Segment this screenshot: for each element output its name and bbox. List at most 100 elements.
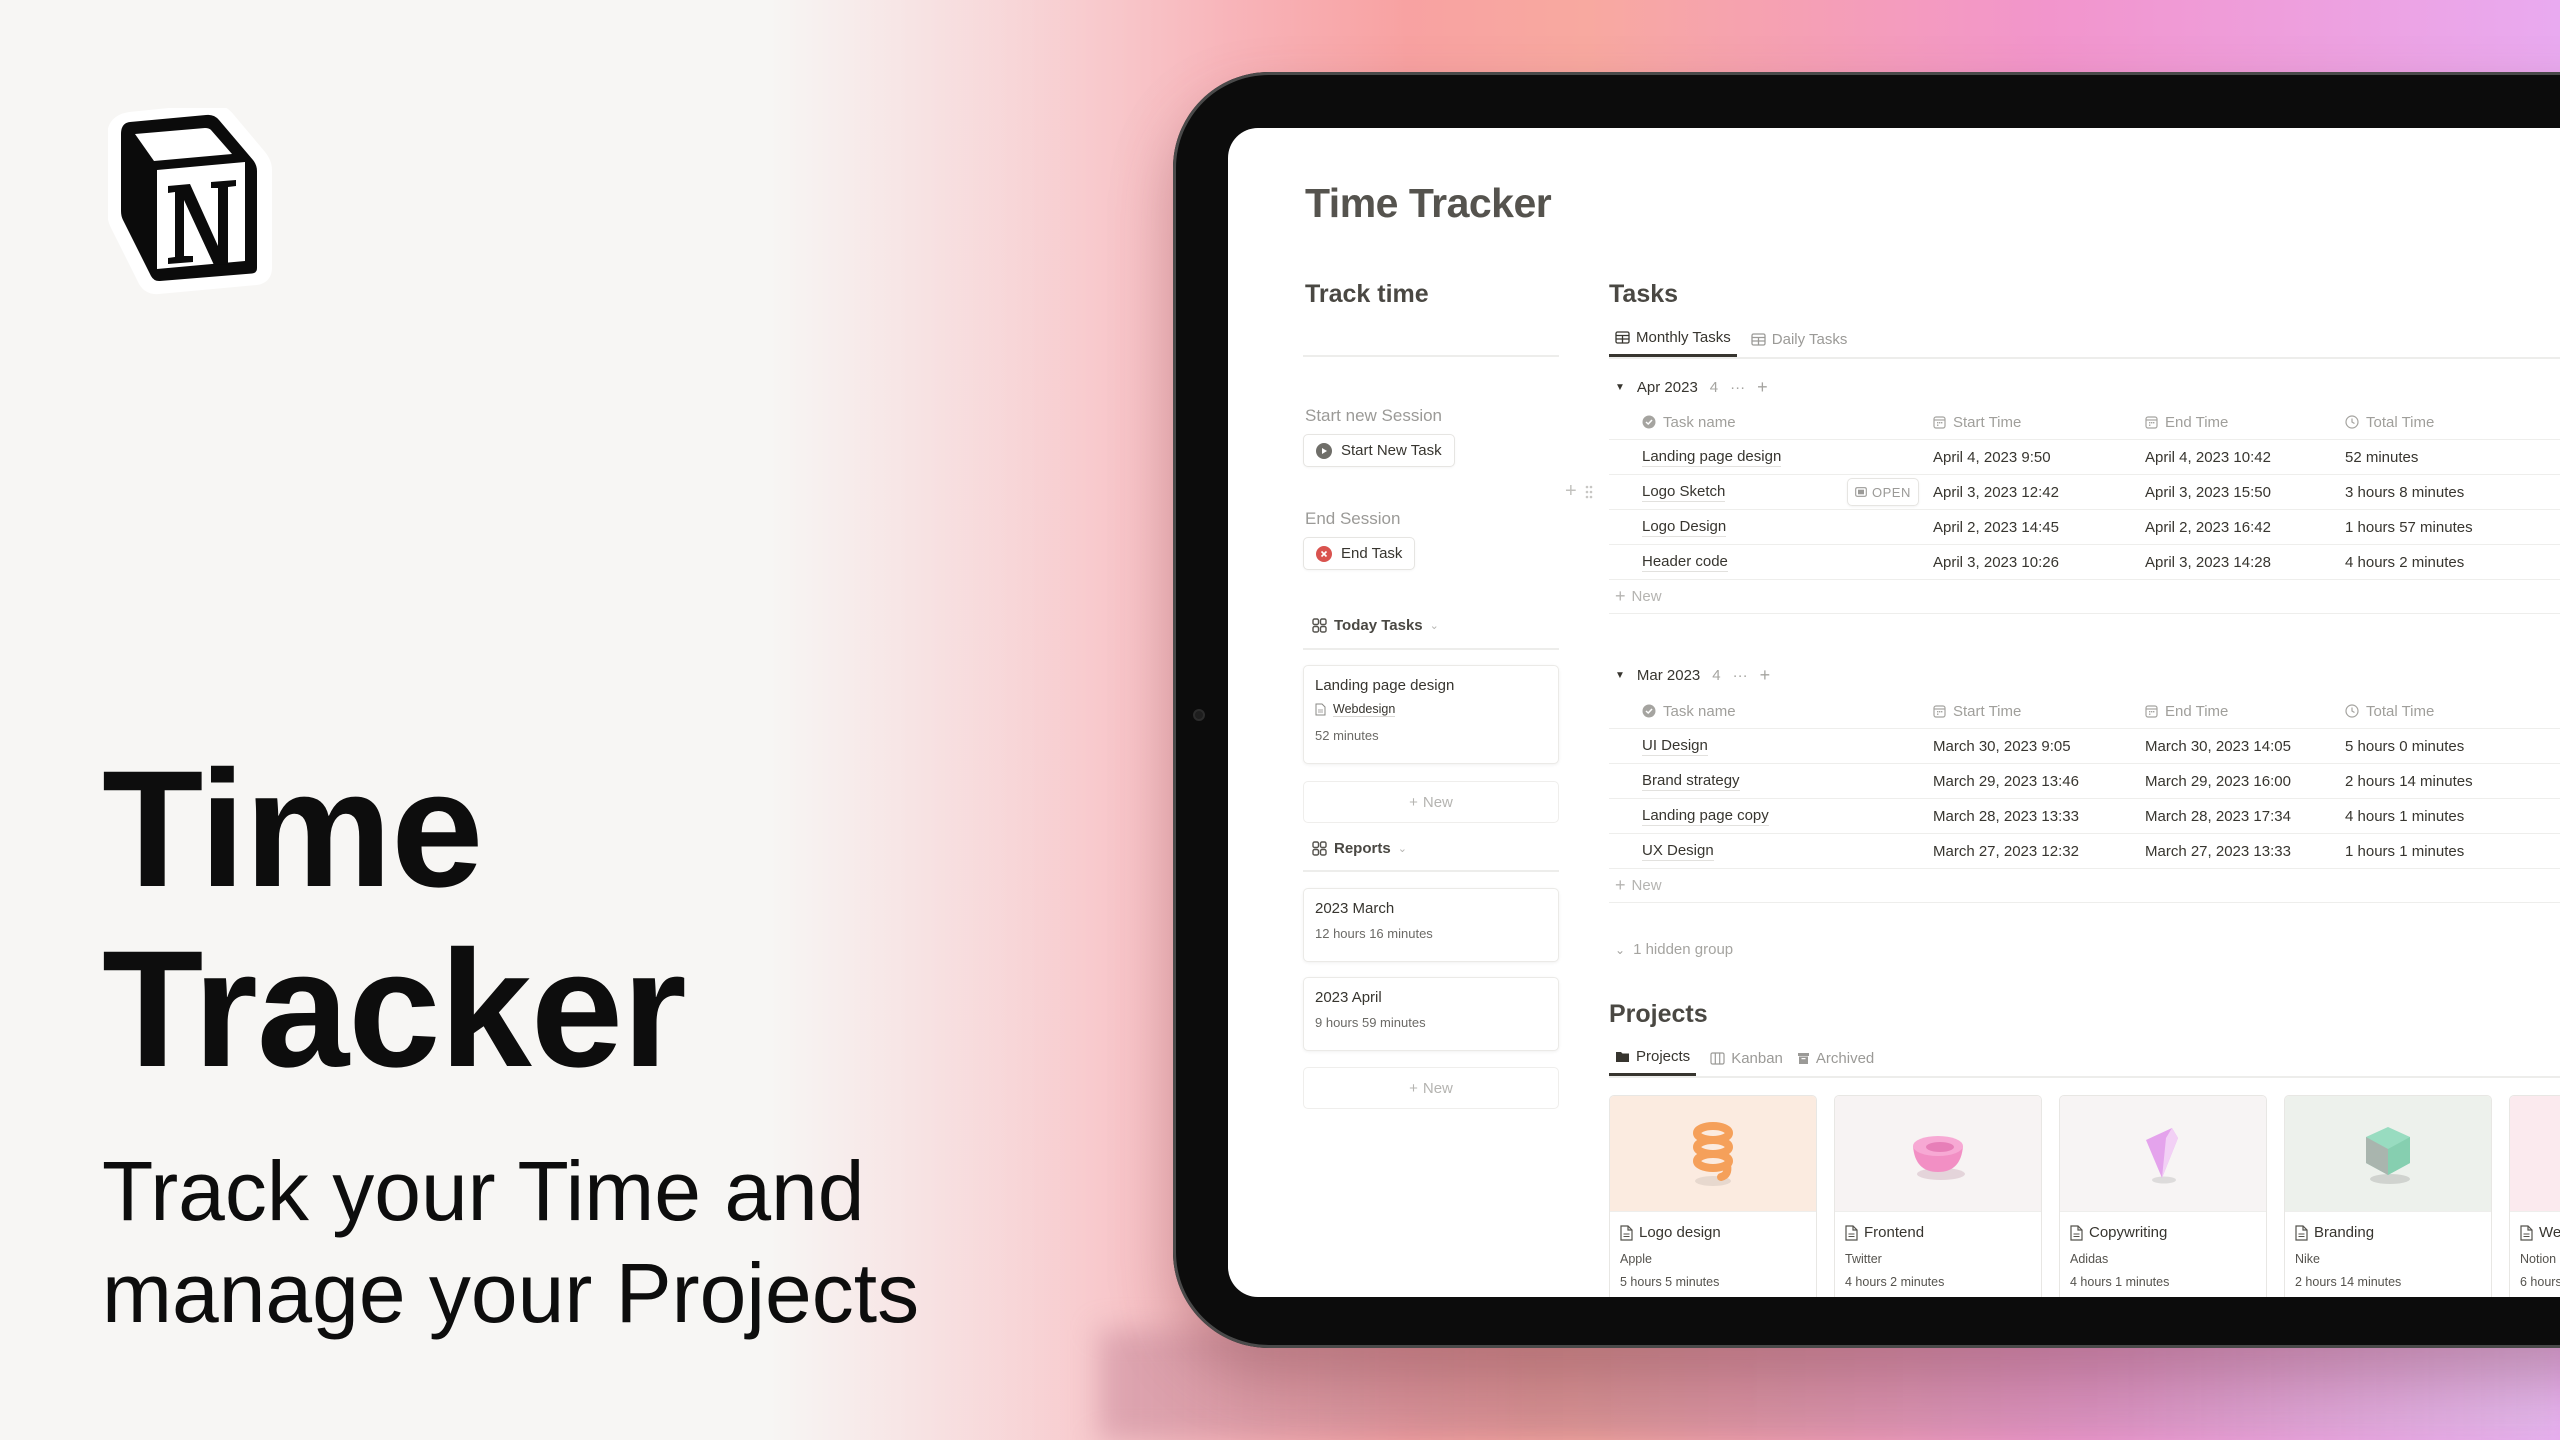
report-card[interactable]: 2023 April 9 hours 59 minutes bbox=[1303, 977, 1559, 1051]
end-time: March 27, 2023 13:33 bbox=[2145, 842, 2291, 860]
table-row[interactable]: Header code April 3, 2023 10:26 April 3,… bbox=[1609, 545, 2560, 580]
divider bbox=[1609, 1076, 2560, 1078]
add-block-icon[interactable]: + bbox=[1565, 480, 1577, 503]
tab-projects[interactable]: Projects bbox=[1609, 1048, 1697, 1076]
page-icon bbox=[1620, 1224, 1633, 1241]
project-title: Logo design bbox=[1620, 1224, 1721, 1241]
add-new-row-button[interactable]: + New bbox=[1609, 580, 2560, 614]
hidden-groups-toggle[interactable]: ⌄ 1 hidden group bbox=[1615, 941, 1733, 958]
card-project[interactable]: Webdesign bbox=[1315, 702, 1396, 717]
tab-archived[interactable]: Archived bbox=[1797, 1050, 1874, 1075]
add-new-row-button[interactable]: + New bbox=[1609, 869, 2560, 903]
table-row[interactable]: Landing page design April 4, 2023 9:50 A… bbox=[1609, 440, 2560, 475]
table-row[interactable]: Landing page copy March 28, 2023 13:33 M… bbox=[1609, 799, 2560, 834]
task-name[interactable]: UX Design bbox=[1642, 842, 1714, 861]
start-new-task-button[interactable]: Start New Task bbox=[1303, 434, 1455, 467]
block-handle[interactable]: + bbox=[1565, 480, 1593, 503]
today-task-card[interactable]: Landing page design Webdesign 52 minutes bbox=[1303, 665, 1559, 764]
table-header: Task name Start Time End Time Total Time bbox=[1609, 694, 2560, 729]
column-total-time[interactable]: Total Time bbox=[2345, 703, 2434, 720]
calendar-icon bbox=[2145, 415, 2158, 429]
reports-new-button[interactable]: + New bbox=[1303, 1067, 1559, 1109]
today-tasks-view[interactable]: Today Tasks ⌄ bbox=[1312, 617, 1439, 634]
new-label: New bbox=[1631, 588, 1662, 605]
project-card[interactable]: Copywriting Adidas 4 hours 1 minutes bbox=[2059, 1095, 2267, 1297]
camera-icon bbox=[1193, 709, 1205, 721]
archive-icon bbox=[1797, 1052, 1809, 1064]
project-duration: 4 hours 1 minutes bbox=[2070, 1275, 2170, 1289]
task-name[interactable]: UI Design bbox=[1642, 737, 1708, 756]
end-time: March 28, 2023 17:34 bbox=[2145, 807, 2291, 825]
column-end-time[interactable]: End Time bbox=[2145, 703, 2228, 720]
more-icon[interactable]: ··· bbox=[1730, 379, 1745, 396]
table-row[interactable]: Logo Design April 2, 2023 14:45 April 2,… bbox=[1609, 510, 2560, 545]
calendar-icon bbox=[1933, 704, 1946, 718]
column-label: Total Time bbox=[2366, 702, 2435, 720]
group-header-mar-2023[interactable]: ▼ Mar 2023 4 ··· + bbox=[1615, 665, 1770, 686]
column-total-time[interactable]: Total Time bbox=[2345, 414, 2434, 431]
project-card[interactable]: Logo design Apple 5 hours 5 minutes bbox=[1609, 1095, 1817, 1297]
end-time: April 4, 2023 10:42 bbox=[2145, 448, 2271, 466]
task-name[interactable]: Landing page copy bbox=[1642, 807, 1769, 826]
start-new-task-label: Start New Task bbox=[1341, 442, 1442, 459]
project-duration: 6 hours bbox=[2520, 1275, 2560, 1289]
collapse-triangle-icon[interactable]: ▼ bbox=[1615, 382, 1625, 393]
add-icon[interactable]: + bbox=[1757, 377, 1768, 398]
task-name[interactable]: Logo Sketch bbox=[1642, 483, 1726, 502]
today-tasks-new-button[interactable]: + New bbox=[1303, 781, 1559, 823]
card-duration: 9 hours 59 minutes bbox=[1315, 1015, 1426, 1030]
collapse-triangle-icon[interactable]: ▼ bbox=[1615, 670, 1625, 681]
task-name[interactable]: Header code bbox=[1642, 553, 1728, 572]
tab-label: Daily Tasks bbox=[1771, 330, 1848, 348]
chevron-down-icon: ⌄ bbox=[1397, 843, 1407, 855]
task-name[interactable]: Brand strategy bbox=[1642, 772, 1740, 791]
column-start-time[interactable]: Start Time bbox=[1933, 703, 2021, 720]
total-time: 1 hours 57 minutes bbox=[2345, 518, 2473, 536]
tab-kanban[interactable]: Kanban bbox=[1710, 1050, 1783, 1075]
table-row[interactable]: UI Design March 30, 2023 9:05 March 30, … bbox=[1609, 729, 2560, 764]
project-title: Copywriting bbox=[2070, 1224, 2167, 1241]
table-row[interactable]: Brand strategy March 29, 2023 13:46 Marc… bbox=[1609, 764, 2560, 799]
column-label: End Time bbox=[2165, 413, 2229, 431]
open-label: OPEN bbox=[1872, 484, 1911, 500]
add-icon[interactable]: + bbox=[1760, 665, 1771, 686]
page-icon bbox=[1315, 703, 1326, 716]
end-task-button[interactable]: End Task bbox=[1303, 537, 1416, 570]
card-duration: 12 hours 16 minutes bbox=[1315, 926, 1433, 941]
tab-label: Kanban bbox=[1731, 1049, 1783, 1067]
total-time: 1 hours 1 minutes bbox=[2345, 842, 2465, 860]
project-cover bbox=[2510, 1096, 2560, 1212]
table-row[interactable]: Logo Sketch OPEN April 3, 2023 12:42 Apr… bbox=[1609, 475, 2560, 510]
chevron-down-icon: ⌄ bbox=[1615, 942, 1626, 957]
group-header-apr-2023[interactable]: ▼ Apr 2023 4 ··· + bbox=[1615, 377, 1768, 398]
drag-handle-icon[interactable] bbox=[1585, 484, 1593, 500]
project-card[interactable]: We Notion 6 hours bbox=[2509, 1095, 2560, 1297]
table-row[interactable]: UX Design March 27, 2023 12:32 March 27,… bbox=[1609, 834, 2560, 869]
project-card[interactable]: Branding Nike 2 hours 14 minutes bbox=[2284, 1095, 2492, 1297]
tab-daily-tasks[interactable]: Daily Tasks bbox=[1751, 330, 1848, 356]
start-time: April 2, 2023 14:45 bbox=[1933, 518, 2059, 536]
project-card[interactable]: Frontend Twitter 4 hours 2 minutes bbox=[1834, 1095, 2042, 1297]
open-button[interactable]: OPEN bbox=[1847, 478, 1919, 506]
tab-monthly-tasks[interactable]: Monthly Tasks bbox=[1609, 329, 1737, 357]
card-title: 2023 April bbox=[1315, 989, 1382, 1006]
hero-subtitle-line: Track your Time and bbox=[102, 1144, 865, 1238]
report-card[interactable]: 2023 March 12 hours 16 minutes bbox=[1303, 888, 1559, 962]
project-title: Branding bbox=[2295, 1224, 2374, 1241]
column-task-name[interactable]: Task name bbox=[1642, 703, 1736, 720]
reports-view[interactable]: Reports ⌄ bbox=[1312, 840, 1407, 857]
start-time: March 29, 2023 13:46 bbox=[1933, 772, 2079, 790]
column-start-time[interactable]: Start Time bbox=[1933, 414, 2021, 431]
start-time: April 3, 2023 10:26 bbox=[1933, 553, 2059, 571]
end-time: April 2, 2023 16:42 bbox=[2145, 518, 2271, 536]
column-task-name[interactable]: Task name bbox=[1642, 414, 1736, 431]
group-count: 4 bbox=[1712, 667, 1721, 684]
tab-label: Archived bbox=[1815, 1049, 1875, 1067]
table-icon bbox=[1615, 331, 1630, 344]
column-end-time[interactable]: End Time bbox=[2145, 414, 2228, 431]
task-name[interactable]: Landing page design bbox=[1642, 448, 1782, 467]
more-icon[interactable]: ··· bbox=[1733, 667, 1748, 684]
plus-icon: + bbox=[1615, 875, 1626, 895]
crystal-illustration-icon bbox=[2146, 1127, 2178, 1183]
task-name[interactable]: Logo Design bbox=[1642, 518, 1727, 537]
